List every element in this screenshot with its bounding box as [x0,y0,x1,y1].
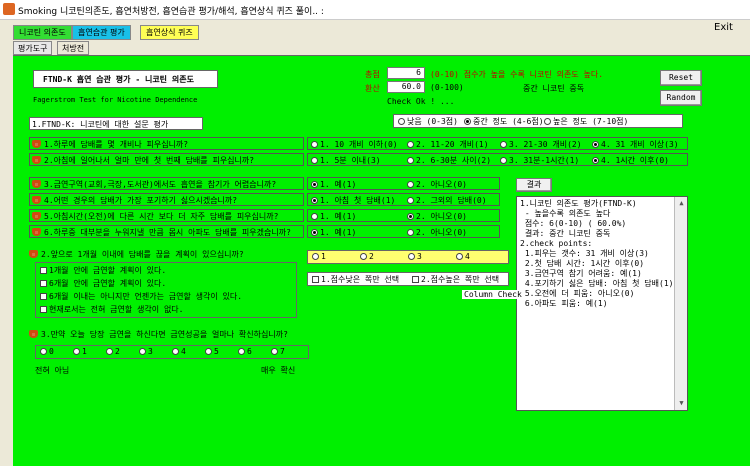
conf-opt-6[interactable]: 6 [238,347,252,356]
app-icon [3,3,15,15]
random-button[interactable]: Random [660,90,702,106]
q5-opt1[interactable]: 1. 예(1) [311,211,356,222]
section3-title: 3.만약 오늘 당장 금연을 하신다면 금연성공을 얼마나 확신하십니까? [29,329,288,340]
main-panel: FTND-K 흡연 습관 평가 - 니코틴 의존도 Fagerstrom Tes… [13,55,750,466]
level-text: 중간 니코틴 중독 [523,84,585,93]
page-subtitle: Fagerstrom Test for Nicotine Dependence [33,96,198,104]
confidence-high-label: 매우 확신 [261,366,296,375]
scroll-up-icon[interactable]: ▲ [676,198,687,209]
scale-opt-2[interactable]: 2 [360,252,374,261]
total-label: 총점 [365,70,380,79]
fox-icon [32,156,41,164]
q4-opt2[interactable]: 2. 그외의 담배(0) [407,195,487,206]
level-high[interactable]: 높은 정도 (7-10점) [544,116,628,127]
title-bar: Smoking 니코틴의존도, 흡연처방전, 흡연습관 평가/해석, 흡연상식 … [0,0,750,20]
exit-button[interactable]: Exit [714,22,733,33]
fox-icon [32,180,41,188]
scroll-down-icon[interactable]: ▼ [676,398,687,409]
q2-opt2[interactable]: 2. 6-30분 사이(2) [407,155,491,166]
conf-opt-5[interactable]: 5 [205,347,219,356]
plan-item-1[interactable]: 1개월 안에 금연할 계획이 있다. [40,265,166,276]
question-4: 4.어떤 경우의 담배가 가장 포기하기 싫으시겠습니까? [29,193,304,206]
tab-nicotine[interactable]: 니코틴 의존도 [13,25,72,40]
q6-opt1[interactable]: 1. 예(1) [311,227,356,238]
header-title-box: FTND-K 흡연 습관 평가 - 니코틴 의존도 [33,70,218,88]
fox-icon [29,250,38,258]
conf-opt-3[interactable]: 3 [139,347,153,356]
confidence-scale: 0 1 2 3 4 5 6 7 [35,345,309,359]
q3-opt1[interactable]: 1. 예(1) [311,179,356,190]
total-score-field[interactable]: 6 [387,67,425,79]
app-window: Smoking 니코틴의존도, 흡연처방전, 흡연습관 평가/해석, 흡연상식 … [0,0,750,466]
q5-opt2[interactable]: 2. 아니오(0) [407,211,467,222]
conf-opt-7[interactable]: 7 [271,347,285,356]
fox-icon [32,228,41,236]
conv-score-field[interactable]: 60.0 [387,81,425,93]
fox-icon [32,212,41,220]
q2-opt4[interactable]: 4. 1시간 이후(0) [592,155,669,166]
tab-quiz[interactable]: 흡연상식 퀴즈 [140,25,199,40]
result-textarea[interactable]: 1.니코틴 의존도 평가(FTND-K) - 높을수록 의존도 높다 점수: 6… [516,196,688,411]
column-check-button[interactable]: Column Check [462,290,524,299]
q1-opt3[interactable]: 3. 21-30 개비(2) [500,139,582,150]
conf-opt-0[interactable]: 0 [40,347,54,356]
q2-opt3[interactable]: 3. 31분-1시간(1) [500,155,579,166]
question-5-options: 1. 예(1) 2. 아니오(0) [307,209,500,222]
quit-plan-group: 1개월 안에 금연할 계획이 있다. 6개월 안에 금연할 계획이 있다. 6개… [35,262,297,318]
conv-note: (0-100) [430,83,464,92]
section1-title: 1.FTND-K: 니코틴에 대한 설문 평가 [32,120,169,129]
score-select-group: 1.점수낮은 쪽만 선택 2.점수높은 쪽만 선택 [307,272,509,286]
scale-opt-4[interactable]: 4 [456,252,470,261]
confidence-low-label: 전혀 아님 [35,366,70,375]
q6-opt2[interactable]: 2. 아니오(0) [407,227,467,238]
result-button[interactable]: 결과 [516,178,552,192]
conf-opt-1[interactable]: 1 [73,347,87,356]
plan-item-4[interactable]: 현재로서는 전혀 금연할 생각이 없다. [40,304,183,315]
result-scrollbar[interactable]: ▲ ▼ [674,197,687,410]
page-title: FTND-K 흡연 습관 평가 - 니코틴 의존도 [43,75,194,84]
q3-opt2[interactable]: 2. 아니오(0) [407,179,467,190]
select-low-option[interactable]: 1.점수낮은 쪽만 선택 [312,274,399,285]
question-3-options: 1. 예(1) 2. 아니오(0) [307,177,500,190]
q1-opt4[interactable]: 4. 31 개비 이상(3) [592,139,679,150]
fox-icon [32,140,41,148]
q2-opt1[interactable]: 1. 5분 이내(3) [311,155,381,166]
question-6-options: 1. 예(1) 2. 아니오(0) [307,225,500,238]
q4-opt1[interactable]: 1. 아침 첫 담배(1) [311,195,395,206]
fox-icon [32,196,41,204]
window-title: Smoking 니코틴의존도, 흡연처방전, 흡연습관 평가/해석, 흡연상식 … [18,7,324,17]
section2-title: 2.앞으로 1개월 이내에 담배를 끊을 계획이 있으십니까? [29,249,244,260]
section1-title-box: 1.FTND-K: 니코틴에 대한 설문 평가 [29,117,203,130]
q1-opt1[interactable]: 1. 10 개비 이하(0) [311,139,398,150]
total-note: (0-10) 점수가 높을 수록 니코틴 의존도 높다. [430,70,604,79]
tab-assessment[interactable]: 평가도구 [13,41,53,55]
q1-opt2[interactable]: 2. 11-20 개비(1) [407,139,489,150]
question-5: 5.아침시간(오전)에 다른 시간 보다 더 자주 담배를 피우십니까? [29,209,304,222]
select-high-option[interactable]: 2.점수높은 쪽만 선택 [412,274,499,285]
scale-opt-1[interactable]: 1 [312,252,326,261]
question-1: 1.하루에 담배를 몇 개비나 피우십니까? [29,137,304,150]
plan-item-3[interactable]: 6개월 이내는 아니지만 언젠가는 금연할 생각이 있다. [40,291,242,302]
tab-prescription[interactable]: 처방전 [57,41,90,55]
conf-opt-4[interactable]: 4 [172,347,186,356]
scale-1-4: 1 2 3 4 [307,250,509,264]
check-ok-text: Check Ok ! ... [387,97,455,106]
question-3: 3.금연구역(교회,극장,도서관)에서도 흡연을 참기가 어렵습니까? [29,177,304,190]
question-4-options: 1. 아침 첫 담배(1) 2. 그외의 담배(0) [307,193,500,206]
level-low[interactable]: 낮음 (0-3점) [398,116,458,127]
question-2-options: 1. 5분 이내(3) 2. 6-30분 사이(2) 3. 31분-1시간(1)… [307,153,688,166]
question-1-options: 1. 10 개비 이하(0) 2. 11-20 개비(1) 3. 21-30 개… [307,137,688,150]
conf-opt-2[interactable]: 2 [106,347,120,356]
scale-opt-3[interactable]: 3 [408,252,422,261]
question-6: 6.하루중 대부분을 누워지낼 만큼 몹시 아파도 담배를 피우겠습니까? [29,225,304,238]
level-legend: 낮음 (0-3점) 중간 정도 (4-6점) 높은 정도 (7-10점) [393,114,683,128]
plan-item-2[interactable]: 6개월 안에 금연할 계획이 있다. [40,278,166,289]
fox-icon [29,330,38,338]
conv-label: 환산 [365,84,380,93]
tab-habit[interactable]: 흡연습관 평가 [72,25,131,40]
reset-button[interactable]: Reset [660,70,702,86]
question-2: 2.아침에 일어나서 얼마 만에 첫 번째 담배를 피우십니까? [29,153,304,166]
level-mid[interactable]: 중간 정도 (4-6점) [464,116,544,127]
